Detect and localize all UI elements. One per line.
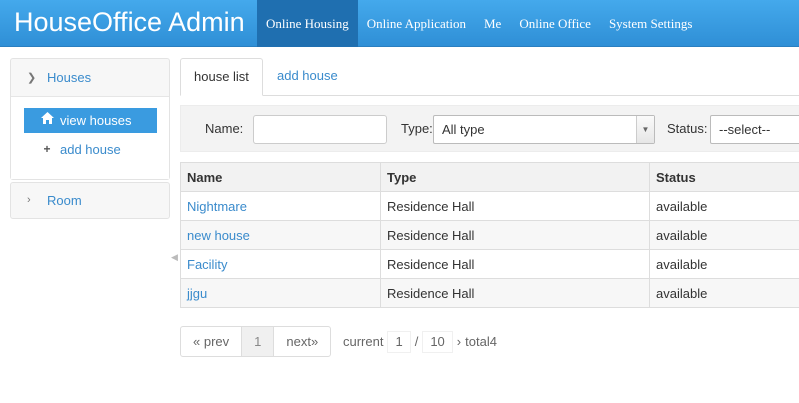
cell-status: available <box>649 278 799 308</box>
name-filter-input[interactable] <box>253 115 387 144</box>
nav-online-housing[interactable]: Online Housing <box>257 0 358 47</box>
column-header-status[interactable]: Status <box>649 162 799 192</box>
cell-status: available <box>649 249 799 279</box>
sidebar-item-add-house[interactable]: + add house <box>24 137 157 162</box>
cell-type: Residence Hall <box>380 278 650 308</box>
type-filter-label: Type: <box>401 121 433 136</box>
cell-type: Residence Hall <box>380 220 650 250</box>
column-header-name[interactable]: Name <box>180 162 381 192</box>
sidebar-room-header[interactable]: › Room <box>11 183 169 218</box>
main-nav: Online Housing Online Application Me Onl… <box>257 0 701 47</box>
sidebar-houses-panel: ❯ Houses view houses + add house <box>10 58 170 180</box>
status-filter-value: --select-- <box>719 122 771 137</box>
table-row: jjgu Residence Hall available <box>180 278 799 308</box>
houses-table: Name Type Status Nightmare Residence Hal… <box>180 162 799 308</box>
cell-name: Nightmare <box>180 191 381 221</box>
tab-house-list[interactable]: house list <box>180 58 263 96</box>
status-filter-label: Status: <box>667 121 708 136</box>
cell-status: available <box>649 191 799 221</box>
plus-icon: + <box>43 142 51 156</box>
page-separator: / <box>414 334 419 349</box>
cell-name: new house <box>180 220 381 250</box>
total-count: total4 <box>465 334 497 349</box>
sidebar-item-label: add house <box>60 142 121 157</box>
name-filter-label: Name: <box>205 121 244 136</box>
next-page-button[interactable]: next» <box>273 326 332 357</box>
prev-page-button[interactable]: « prev <box>180 326 243 357</box>
home-icon <box>39 108 55 133</box>
go-arrow-icon[interactable]: › <box>457 326 461 357</box>
chevron-down-icon: ❯ <box>27 71 37 84</box>
sidebar-item-label: view houses <box>60 113 132 128</box>
cell-type: Residence Hall <box>380 249 650 279</box>
cell-type: Residence Hall <box>380 191 650 221</box>
cell-name: jjgu <box>180 278 381 308</box>
cell-status: available <box>649 220 799 250</box>
pagination-info: current 1 / 10 › total4 <box>343 326 497 357</box>
sidebar-room-panel: › Room <box>10 182 170 219</box>
current-page-input[interactable]: 1 <box>387 330 411 353</box>
house-name-link[interactable]: new house <box>187 228 250 243</box>
table-header-row: Name Type Status <box>180 162 799 192</box>
page-size-input[interactable]: 10 <box>422 330 453 353</box>
current-page-label: current <box>343 334 384 349</box>
sidebar-houses-body: view houses + add house <box>11 97 169 179</box>
table-row: new house Residence Hall available <box>180 220 799 250</box>
sidebar-item-view-houses[interactable]: view houses <box>24 108 157 133</box>
sidebar-room-label: Room <box>47 193 82 208</box>
dropdown-arrow-icon[interactable]: ▼ <box>636 116 654 143</box>
chevron-right-icon: › <box>27 194 31 206</box>
table-row: Facility Residence Hall available <box>180 249 799 279</box>
status-filter-select[interactable]: --select-- <box>710 115 799 144</box>
page-button-1[interactable]: 1 <box>241 326 275 357</box>
column-header-type[interactable]: Type <box>380 162 650 192</box>
sidebar-collapse-icon[interactable]: ◀ <box>171 252 178 262</box>
cell-name: Facility <box>180 249 381 279</box>
pagination: « prev 1 next» <box>180 326 332 357</box>
tab-add-house[interactable]: add house <box>264 58 351 96</box>
type-filter-value: All type <box>442 122 485 137</box>
sidebar-houses-label: Houses <box>47 69 92 85</box>
sidebar-houses-header[interactable]: ❯ Houses <box>11 59 169 97</box>
app-title[interactable]: HouseOffice Admin <box>14 5 245 39</box>
nav-online-office[interactable]: Online Office <box>510 0 600 47</box>
top-navbar: HouseOffice Admin Online Housing Online … <box>0 0 799 47</box>
table-row: Nightmare Residence Hall available <box>180 191 799 221</box>
filter-bar: Name: Type: All type ▼ Status: --select-… <box>180 105 799 152</box>
type-filter-select[interactable]: All type ▼ <box>433 115 655 144</box>
nav-system-settings[interactable]: System Settings <box>600 0 701 47</box>
nav-me[interactable]: Me <box>475 0 510 47</box>
house-name-link[interactable]: Facility <box>187 257 227 272</box>
house-name-link[interactable]: jjgu <box>187 286 207 301</box>
content-tabs: house list add house <box>180 58 799 96</box>
nav-online-application[interactable]: Online Application <box>358 0 475 47</box>
house-name-link[interactable]: Nightmare <box>187 199 247 214</box>
